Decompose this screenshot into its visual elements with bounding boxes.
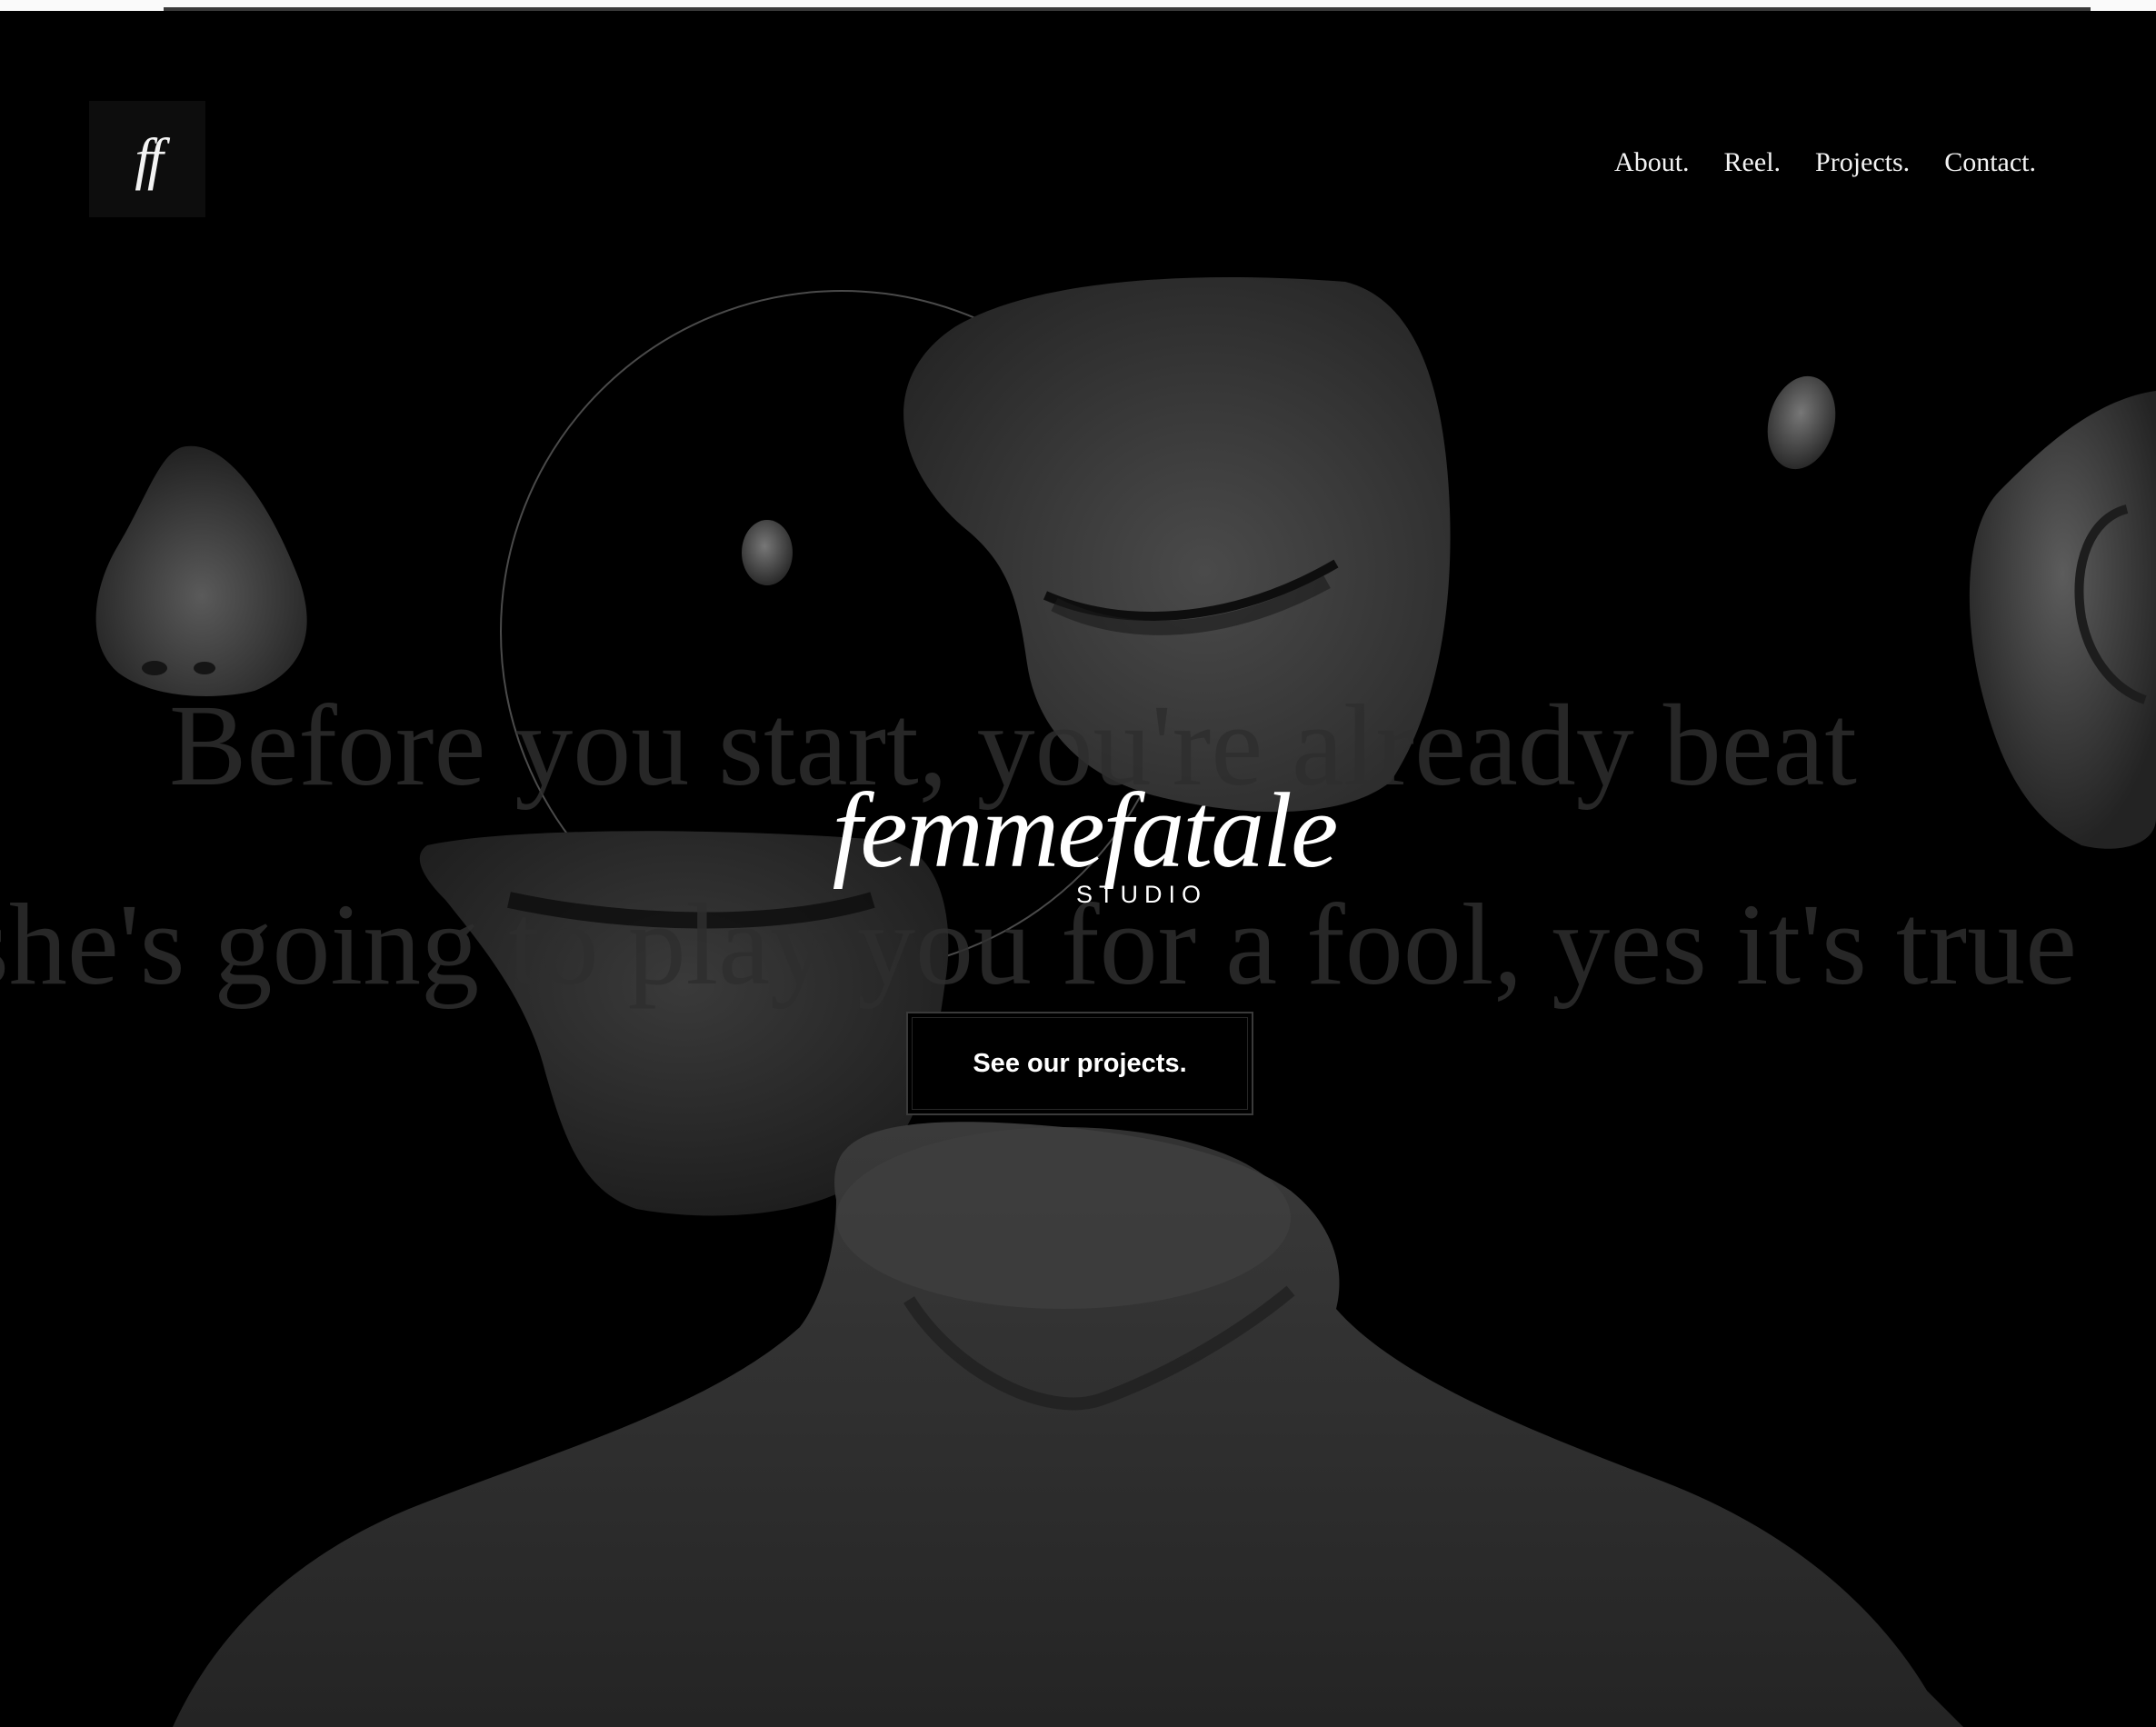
logo[interactable]: ff bbox=[89, 101, 205, 217]
see-projects-button[interactable]: See our projects. bbox=[906, 1012, 1253, 1115]
nose-sculpture bbox=[95, 445, 307, 696]
small-stone bbox=[742, 520, 793, 585]
main-nav: About. Reel. Projects. Contact. bbox=[1614, 147, 2036, 178]
nav-contact[interactable]: Contact. bbox=[1944, 147, 2036, 178]
nav-about[interactable]: About. bbox=[1614, 147, 1690, 178]
nav-projects[interactable]: Projects. bbox=[1815, 147, 1910, 178]
nav-reel[interactable]: Reel. bbox=[1724, 147, 1781, 178]
brand-name: femmefatale bbox=[832, 771, 1339, 890]
brand-wordmark: femmefatale STUDIO bbox=[0, 777, 2156, 909]
small-stone bbox=[1767, 375, 1836, 470]
page: Before you start, you're already beat sh… bbox=[0, 0, 2156, 1727]
brand-subtitle: STUDIO bbox=[1075, 881, 1207, 908]
